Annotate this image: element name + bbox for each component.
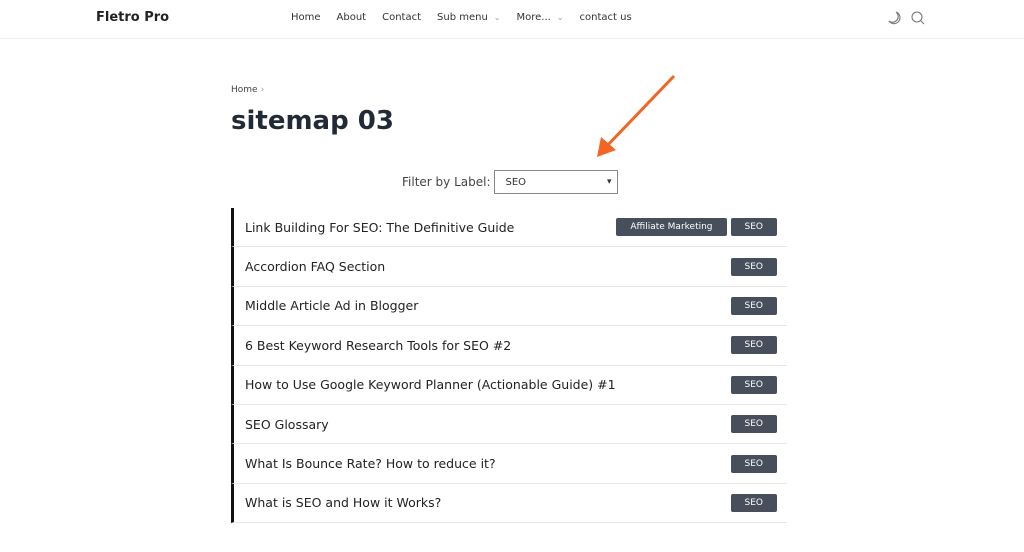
post-labels: SEO	[730, 336, 777, 355]
nav-contact[interactable]: Contact	[382, 12, 421, 23]
post-labels: SEO	[730, 415, 777, 434]
moon-icon[interactable]	[886, 10, 902, 26]
filter-label: Filter by Label:	[402, 175, 491, 189]
nav-label: More...	[516, 12, 551, 23]
post-row: Accordion FAQ Section SEO	[231, 247, 787, 287]
post-labels: SEO	[730, 257, 777, 276]
post-labels: Affiliate Marketing SEO	[616, 218, 777, 237]
post-title-link[interactable]: What is SEO and How it Works?	[245, 495, 441, 510]
label-tag[interactable]: SEO	[730, 493, 777, 512]
chevron-down-icon: ▾	[606, 177, 612, 187]
chevron-down-icon: ⌄	[556, 13, 564, 22]
nav-about[interactable]: About	[337, 12, 367, 23]
search-icon[interactable]	[910, 10, 926, 26]
label-tag[interactable]: SEO	[730, 296, 777, 315]
selected-value: SEO	[505, 176, 527, 188]
post-title-link[interactable]: 6 Best Keyword Research Tools for SEO #2	[245, 338, 511, 353]
post-title-link[interactable]: How to Use Google Keyword Planner (Actio…	[245, 377, 616, 392]
page-title: sitemap 03	[231, 106, 394, 136]
post-labels: SEO	[730, 493, 777, 512]
nav-more[interactable]: More... ⌄	[517, 12, 564, 23]
post-row: Link Building For SEO: The Definitive Gu…	[231, 208, 787, 248]
breadcrumb: Home ›	[231, 85, 264, 95]
post-title-link[interactable]: Middle Article Ad in Blogger	[245, 298, 418, 313]
main-nav: Home About Contact Sub menu ⌄ More... ⌄ co…	[291, 12, 648, 23]
post-row: What Is Bounce Rate? How to reduce it? SE…	[231, 444, 787, 484]
breadcrumb-home[interactable]: Home	[231, 85, 258, 95]
post-row: SEO Glossary SEO	[231, 404, 787, 445]
post-labels: SEO	[730, 296, 777, 315]
post-title-link[interactable]: Accordion FAQ Section	[245, 259, 385, 274]
label-tag[interactable]: SEO	[730, 415, 777, 434]
post-labels: SEO	[730, 375, 777, 394]
breadcrumb-separator: ›	[260, 85, 265, 95]
annotation-arrow	[597, 74, 676, 157]
nav-sub-menu[interactable]: Sub menu ⌄	[437, 12, 500, 23]
label-filter-select[interactable]: SEO ▾	[494, 170, 619, 194]
post-row: How to Use Google Keyword Planner (Actio…	[231, 365, 787, 405]
post-row: 6 Best Keyword Research Tools for SEO #2…	[231, 326, 787, 366]
label-tag[interactable]: SEO	[730, 218, 777, 237]
label-tag[interactable]: SEO	[730, 336, 777, 355]
label-filter: Filter by Label: SEO ▾	[402, 170, 619, 194]
chevron-down-icon: ⌄	[493, 13, 501, 22]
site-brand[interactable]: Fletro Pro	[96, 10, 169, 25]
label-tag[interactable]: SEO	[730, 454, 777, 473]
post-title-link[interactable]: What Is Bounce Rate? How to reduce it?	[245, 456, 496, 471]
post-list: Link Building For SEO: The Definitive Gu…	[231, 208, 787, 524]
nav-label: Sub menu	[437, 12, 488, 23]
label-tag[interactable]: Affiliate Marketing	[616, 218, 727, 237]
post-title-link[interactable]: SEO Glossary	[245, 417, 329, 432]
label-tag[interactable]: SEO	[730, 375, 777, 394]
post-row: What is SEO and How it Works? SEO	[231, 483, 787, 524]
label-tag[interactable]: SEO	[730, 257, 777, 276]
post-row: Middle Article Ad in Blogger SEO	[231, 286, 787, 327]
site-header: Fletro Pro Home About Contact Sub menu ⌄ …	[0, 0, 1024, 39]
nav-contact-us[interactable]: contact us	[580, 12, 632, 23]
nav-home[interactable]: Home	[291, 12, 321, 23]
post-labels: SEO	[730, 454, 777, 473]
post-title-link[interactable]: Link Building For SEO: The Definitive Gu…	[245, 220, 514, 235]
